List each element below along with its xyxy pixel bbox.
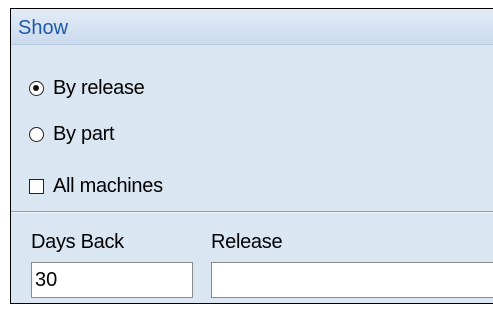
- section-divider: [11, 211, 493, 213]
- by-release-label[interactable]: By release: [53, 77, 145, 99]
- panel-title: Show: [18, 17, 69, 39]
- all-machines-checkbox[interactable]: [29, 178, 44, 194]
- release-label: Release: [211, 231, 283, 253]
- release-input[interactable]: [211, 262, 493, 298]
- by-part-radio[interactable]: [29, 126, 44, 142]
- by-release-option[interactable]: By release: [29, 77, 145, 99]
- days-back-input[interactable]: [31, 262, 193, 298]
- by-part-label[interactable]: By part: [53, 123, 115, 145]
- by-part-option[interactable]: By part: [29, 123, 115, 145]
- panel-header: Show: [11, 9, 493, 45]
- show-panel: Show By release By part All machines Day…: [10, 8, 493, 304]
- by-release-radio[interactable]: [29, 80, 44, 96]
- days-back-label: Days Back: [31, 231, 124, 253]
- all-machines-label[interactable]: All machines: [53, 175, 163, 197]
- all-machines-option[interactable]: All machines: [29, 175, 163, 197]
